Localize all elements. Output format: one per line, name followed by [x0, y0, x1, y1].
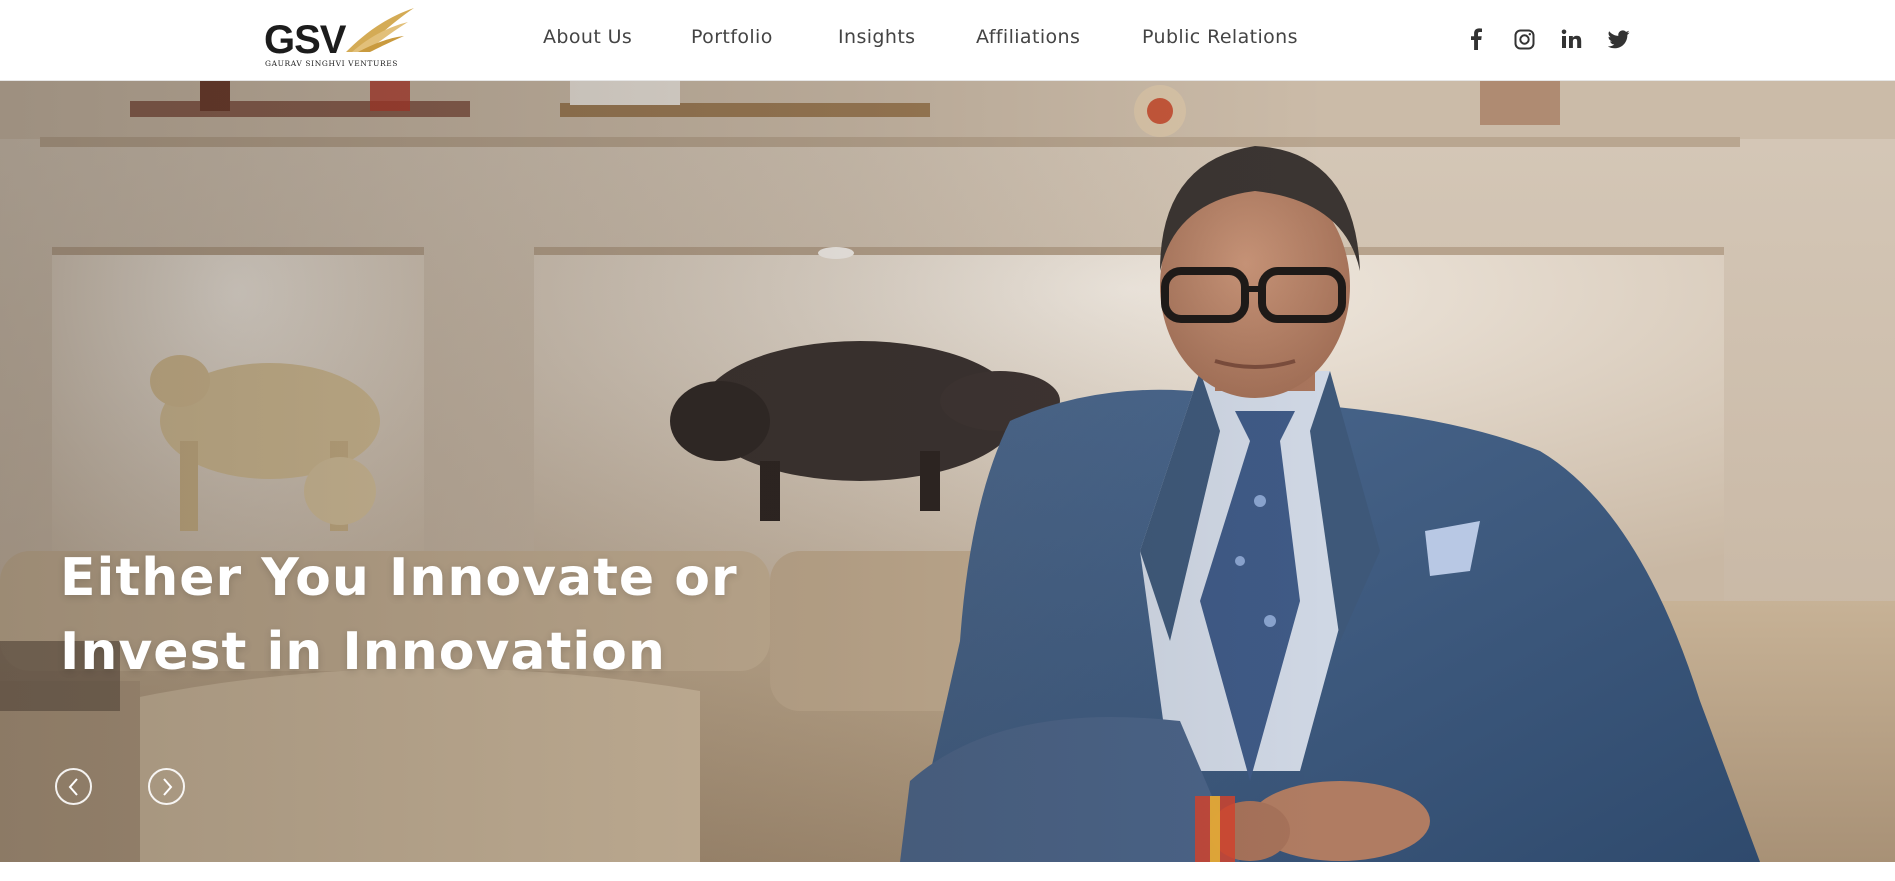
page-bottom-strip — [0, 862, 1895, 881]
chevron-left-icon — [68, 777, 78, 796]
slider-prev-button[interactable] — [55, 768, 92, 805]
hero-slider: Either You Innovate or Invest in Innovat… — [0, 81, 1895, 862]
nav-public-relations[interactable]: Public Relations — [1142, 26, 1298, 48]
instagram-icon[interactable] — [1512, 27, 1536, 51]
nav-about-us[interactable]: About Us — [543, 26, 632, 48]
twitter-icon[interactable] — [1607, 27, 1631, 51]
slider-next-button[interactable] — [148, 768, 185, 805]
facebook-icon[interactable] — [1464, 27, 1488, 51]
nav-portfolio[interactable]: Portfolio — [691, 26, 773, 48]
hero-title: Either You Innovate or Invest in Innovat… — [60, 541, 820, 689]
chevron-right-icon — [162, 777, 172, 796]
hero-title-line2: Invest in Innovation — [60, 622, 666, 682]
nav-insights[interactable]: Insights — [838, 26, 915, 48]
hero-overlay — [0, 81, 1895, 862]
hero-title-line1: Either You Innovate or — [60, 548, 738, 608]
site-header: GSV GAURAV SINGHVI VENTURES About Us Por… — [0, 0, 1895, 81]
nav-affiliations[interactable]: Affiliations — [976, 26, 1080, 48]
linkedin-icon[interactable] — [1559, 27, 1583, 51]
